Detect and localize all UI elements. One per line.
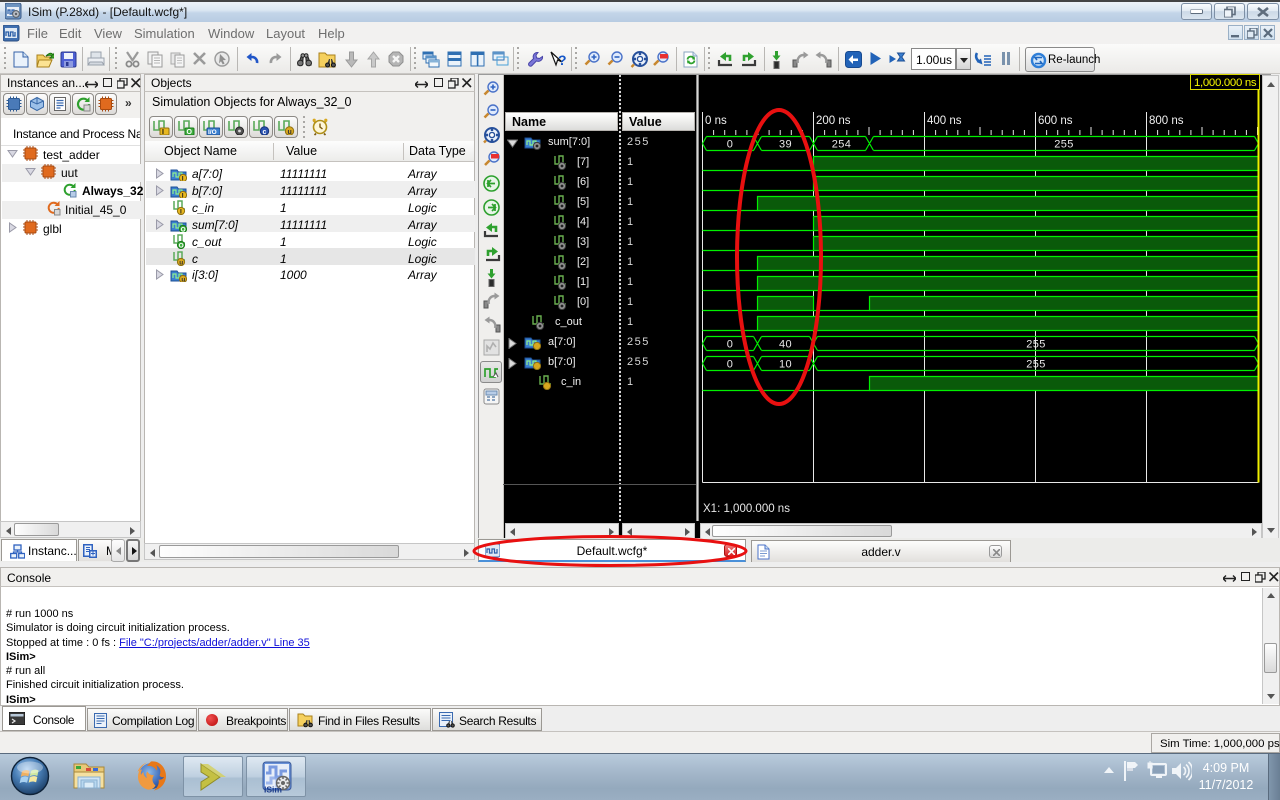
svg-text:200 ns: 200 ns: [816, 115, 851, 127]
svg-text:0: 0: [727, 359, 734, 371]
svg-text:I: I: [180, 209, 182, 216]
svg-text:800 ns: 800 ns: [1149, 115, 1184, 127]
svg-text:10: 10: [779, 359, 792, 371]
svg-text:?: ?: [558, 52, 567, 68]
svg-text:u: u: [179, 260, 183, 267]
svg-text:600 ns: 600 ns: [1038, 115, 1073, 127]
svg-text:0 ns: 0 ns: [705, 115, 727, 127]
svg-text:O: O: [181, 227, 186, 233]
svg-text:I/O: I/O: [208, 129, 217, 135]
svg-text:255: 255: [1026, 359, 1046, 371]
svg-text:400 ns: 400 ns: [927, 115, 962, 127]
svg-text:I: I: [162, 129, 164, 135]
svg-text:39: 39: [779, 139, 792, 151]
svg-text:254: 254: [832, 139, 852, 151]
svg-text:1,000.000 ns: 1,000.000 ns: [1194, 77, 1257, 89]
svg-text:X1: 1,000.000 ns: X1: 1,000.000 ns: [703, 503, 790, 515]
svg-text:I: I: [182, 176, 184, 182]
svg-text:O: O: [179, 243, 184, 250]
svg-text:O: O: [187, 129, 193, 135]
svg-text:40: 40: [779, 339, 792, 351]
svg-text:ISim: ISim: [264, 785, 282, 795]
svg-text:I: I: [182, 193, 184, 199]
svg-text:u: u: [181, 277, 185, 283]
svg-text:0: 0: [727, 139, 734, 151]
svg-text:u: u: [288, 129, 292, 135]
svg-text:c: c: [263, 129, 267, 135]
svg-text:0: 0: [727, 339, 734, 351]
svg-text:255: 255: [1026, 339, 1046, 351]
svg-text:255: 255: [1054, 139, 1074, 151]
